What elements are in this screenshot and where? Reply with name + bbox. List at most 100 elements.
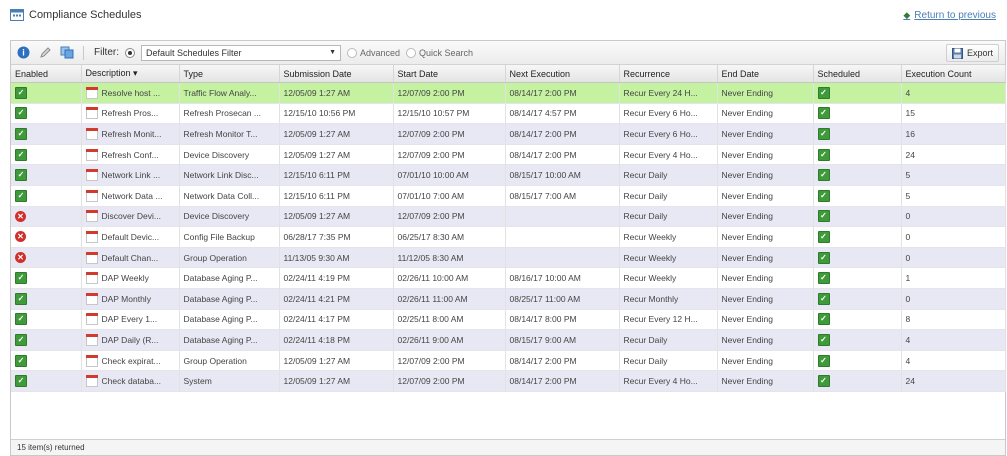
schedules-table: Enabled Description ▾ Type Submission Da… [11, 65, 1006, 392]
execution-count-cell: 5 [901, 185, 1006, 207]
filter-radio[interactable] [125, 47, 135, 58]
recurrence-cell: Recur Every 4 Ho... [619, 370, 718, 392]
description-cell: Network Link ... [81, 164, 180, 186]
end-date-cell: Never Ending [717, 309, 814, 331]
execution-count-cell: 5 [901, 164, 1006, 186]
table-row[interactable]: ✓ Network Link ... Network Link Disc... 12/… [11, 164, 1006, 186]
start-date-cell: 12/07/09 2:00 PM [393, 82, 506, 104]
check-icon: ✓ [15, 272, 27, 285]
calendar-icon [85, 189, 98, 202]
table-row[interactable]: ✓ Network Data ... Network Data Coll... 12/… [11, 185, 1006, 207]
end-date-cell: Never Ending [717, 247, 814, 269]
table-row[interactable]: ✓ Check databa... System 12/05/09 1:27 AM 12… [11, 370, 1006, 392]
table-row[interactable]: ✓ Check expirat... Group Operation 12/05/09… [11, 350, 1006, 372]
calendar-icon [85, 169, 98, 182]
description-text: Check expirat... [101, 355, 161, 366]
description-text: DAP Daily (R... [101, 334, 159, 345]
next-execution-cell [505, 226, 620, 248]
start-date-cell: 11/12/05 8:30 AM [393, 247, 506, 269]
execution-count-cell: 24 [901, 144, 1006, 166]
help-icon[interactable]: i [15, 45, 31, 61]
quick-search-option[interactable]: Quick Search [406, 47, 473, 58]
table-row[interactable]: ✓ DAP Every 1... Database Aging P... 02/24/… [11, 309, 1006, 331]
check-icon: ✓ [817, 292, 830, 305]
col-header[interactable]: Type [179, 65, 280, 83]
recurrence-cell: Recur Weekly [619, 267, 718, 289]
table-row[interactable]: ✓ Refresh Conf... Device Discovery 12/05/09… [11, 144, 1006, 166]
filter-select[interactable]: Default Schedules Filter ▼ [141, 44, 341, 61]
table-body: ✓ Resolve host ... Traffic Flow Analy... 12… [11, 82, 1006, 392]
execution-count-cell: 0 [901, 206, 1006, 228]
check-icon: ✓ [817, 313, 830, 326]
calendar-icon [85, 354, 98, 367]
col-header[interactable]: Start Date [393, 65, 506, 83]
submission-date-cell: 12/05/09 1:27 AM [279, 350, 394, 372]
table-header-row: Enabled Description ▾ Type Submission Da… [11, 65, 1006, 83]
execution-count-cell: 4 [901, 82, 1006, 104]
advanced-option[interactable]: Advanced [347, 47, 400, 58]
table-row[interactable]: ✕ Default Chan... Group Operation 11/13/05 … [11, 247, 1006, 269]
col-header[interactable]: Enabled [11, 65, 82, 83]
description-text: Resolve host ... [101, 87, 161, 98]
submission-date-cell: 11/13/05 9:30 AM [279, 247, 394, 269]
edit-icon[interactable] [37, 45, 53, 61]
check-icon: ✓ [15, 375, 27, 388]
scheduled-cell: ✓ [813, 226, 902, 248]
type-cell: Refresh Prosecan ... [179, 103, 280, 125]
next-execution-cell: 08/15/17 9:00 AM [505, 329, 620, 351]
start-date-cell: 02/26/11 10:00 AM [393, 267, 506, 289]
description-text: Refresh Pros... [101, 108, 159, 119]
calendar-icon [85, 375, 98, 388]
save-disk-icon [951, 47, 963, 59]
col-header[interactable]: Execution Count [901, 65, 1006, 83]
return-to-previous-link[interactable]: ◆ Return to previous [903, 10, 996, 21]
table-row[interactable]: ✕ Discover Devi... Device Discovery 12/05/0… [11, 206, 1006, 228]
description-cell: Resolve host ... [81, 82, 180, 104]
submission-date-cell: 02/24/11 4:17 PM [279, 309, 394, 331]
next-execution-cell: 08/15/17 7:00 AM [505, 185, 620, 207]
page-title-text: Compliance Schedules [29, 8, 142, 21]
table-row[interactable]: ✓ Resolve host ... Traffic Flow Analy... 12… [11, 82, 1006, 104]
page-title: Compliance Schedules [10, 8, 142, 21]
col-header[interactable]: Submission Date [279, 65, 394, 83]
check-icon: ✓ [817, 230, 830, 243]
submission-date-cell: 02/24/11 4:18 PM [279, 329, 394, 351]
enabled-cell: ✓ [11, 329, 82, 351]
submission-date-cell: 02/24/11 4:19 PM [279, 267, 394, 289]
advanced-radio[interactable] [347, 47, 357, 58]
table-row[interactable]: ✓ DAP Weekly Database Aging P... 02/24/11 4… [11, 267, 1006, 289]
export-button[interactable]: Export [945, 44, 999, 62]
table-row[interactable]: ✓ DAP Daily (R... Database Aging P... 02/24… [11, 329, 1006, 351]
quick-search-radio[interactable] [406, 47, 417, 58]
description-cell: Refresh Pros... [81, 103, 180, 125]
col-header[interactable]: End Date [717, 65, 814, 83]
scheduled-cell: ✓ [813, 350, 902, 372]
col-header[interactable]: Scheduled [813, 65, 902, 83]
description-cell: DAP Monthly [81, 288, 180, 310]
col-header[interactable]: Next Execution [505, 65, 620, 83]
copy-icon[interactable] [59, 45, 75, 61]
check-icon: ✓ [15, 148, 27, 161]
description-text: DAP Weekly [101, 273, 149, 284]
type-cell: Database Aging P... [179, 267, 280, 289]
col-header[interactable]: Description ▾ [81, 65, 180, 83]
execution-count-cell: 0 [901, 226, 1006, 248]
scheduled-cell: ✓ [813, 288, 902, 310]
submission-date-cell: 06/28/17 7:35 PM [279, 226, 394, 248]
table-row[interactable]: ✓ Refresh Pros... Refresh Prosecan ... 12/1… [11, 103, 1006, 125]
col-header[interactable]: Recurrence [619, 65, 718, 83]
next-execution-cell: 08/16/17 10:00 AM [505, 267, 620, 289]
check-icon: ✓ [15, 189, 27, 202]
table-row[interactable]: ✓ Refresh Monit... Refresh Monitor T... 12/… [11, 123, 1006, 145]
table-row[interactable]: ✓ DAP Monthly Database Aging P... 02/24/11 … [11, 288, 1006, 310]
description-cell: Refresh Conf... [81, 144, 180, 166]
return-link-label: Return to previous [914, 10, 996, 21]
description-text: Refresh Monit... [101, 128, 162, 139]
description-text: Network Data ... [101, 190, 163, 201]
end-date-cell: Never Ending [717, 226, 814, 248]
table-row[interactable]: ✕ Default Devic... Config File Backup 06/28… [11, 226, 1006, 248]
enabled-cell: ✓ [11, 123, 82, 145]
check-icon: ✓ [15, 333, 27, 346]
end-date-cell: Never Ending [717, 144, 814, 166]
enabled-cell: ✓ [11, 370, 82, 392]
